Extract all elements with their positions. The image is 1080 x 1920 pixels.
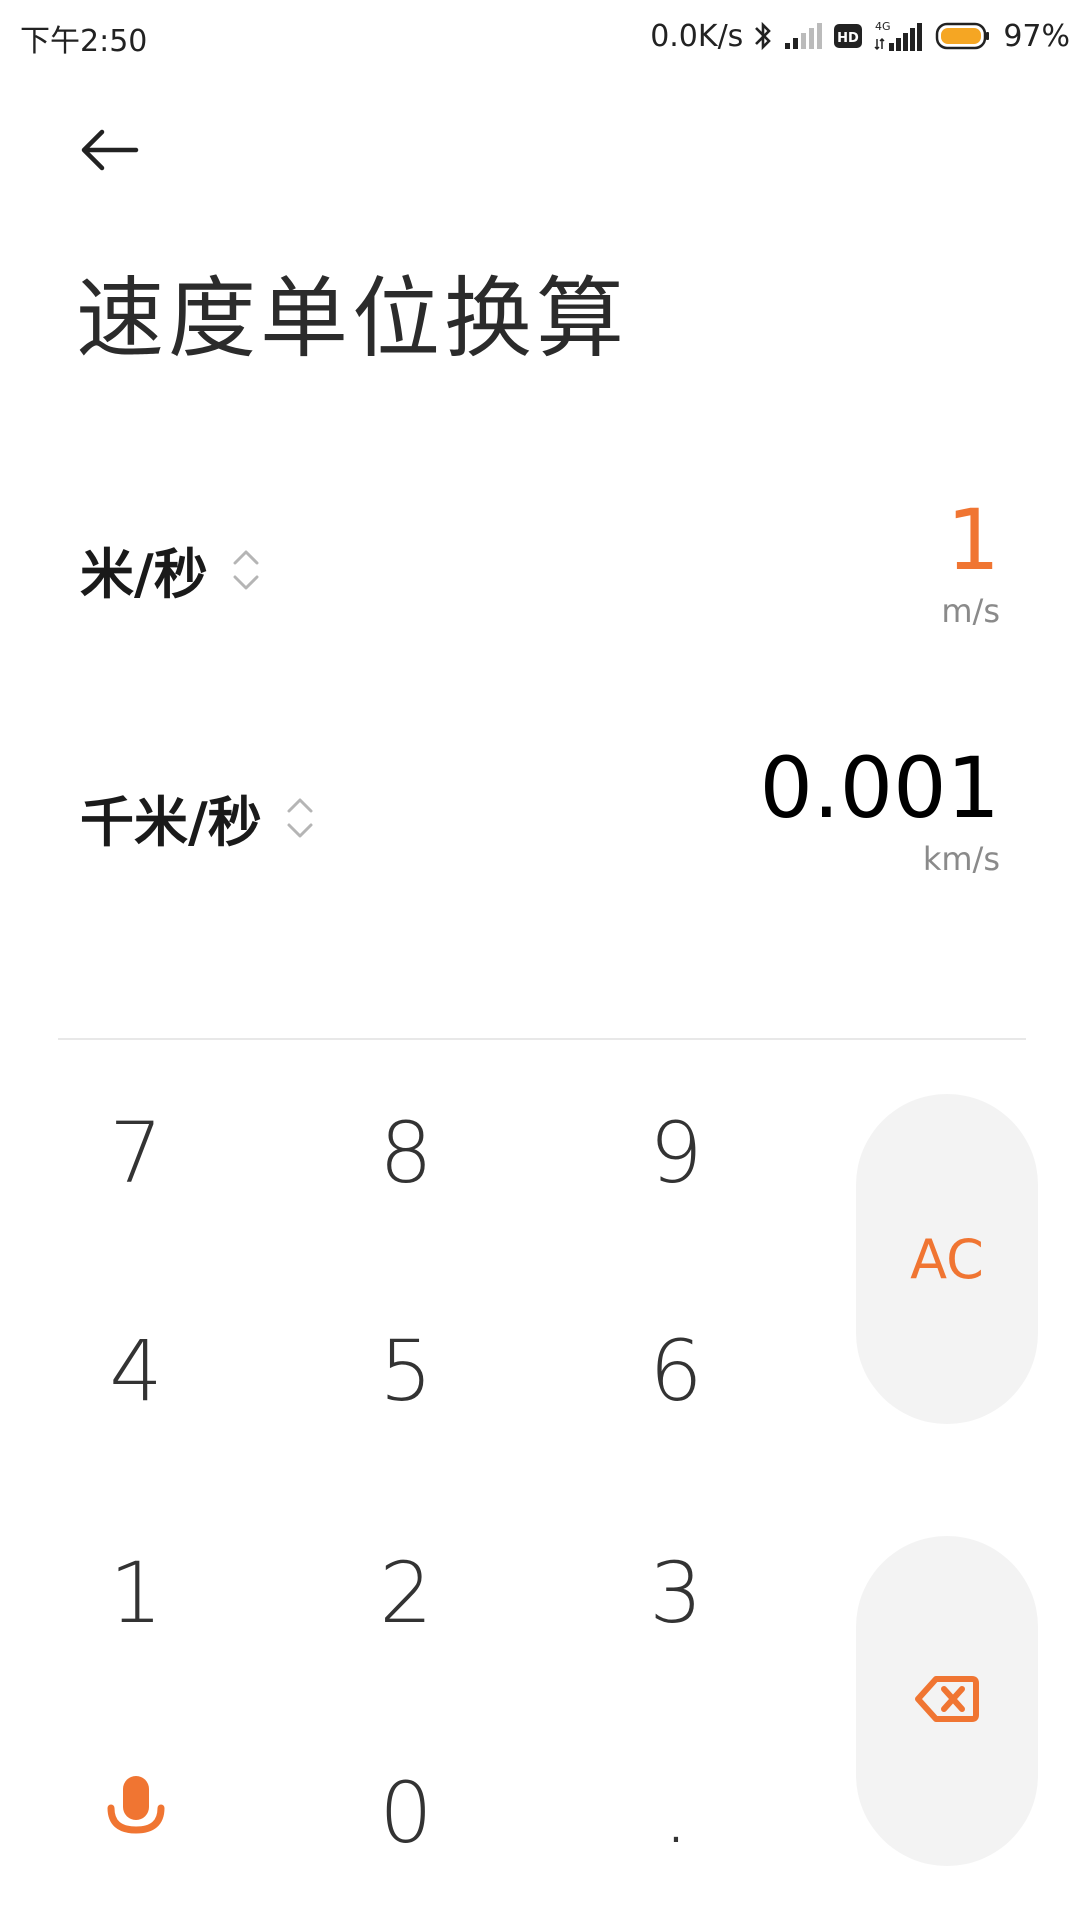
microphone-icon — [103, 1764, 169, 1862]
status-icons: 0.0K/s HD 4G 97% — [650, 14, 1070, 58]
from-unit-selector[interactable]: 米/秒 — [80, 530, 262, 609]
chevron-updown-icon — [284, 791, 316, 845]
backspace-icon — [914, 1674, 980, 1728]
bluetooth-icon — [753, 19, 773, 53]
network-speed: 0.0K/s — [650, 18, 744, 54]
battery-icon — [935, 21, 991, 51]
to-unit-value[interactable]: 0.001 — [760, 738, 1000, 838]
chevron-updown-icon — [230, 543, 262, 597]
voice-input-button[interactable] — [36, 1738, 236, 1888]
back-button[interactable] — [74, 124, 144, 180]
signal-4g-icon: 4G — [873, 19, 925, 53]
key-decimal[interactable]: . — [576, 1738, 776, 1888]
key-9[interactable]: 9 — [576, 1078, 776, 1228]
page-title: 速度单位换算 — [76, 267, 629, 370]
network-type: 4G — [875, 20, 891, 33]
key-0[interactable]: 0 — [306, 1738, 506, 1888]
hd-label: HD — [837, 31, 859, 46]
key-1[interactable]: 1 — [36, 1518, 236, 1668]
from-unit-abbr: m/s — [941, 592, 1000, 630]
keypad-divider — [58, 1038, 1026, 1040]
arrow-left-icon — [78, 128, 140, 176]
key-6[interactable]: 6 — [576, 1296, 776, 1446]
key-3[interactable]: 3 — [576, 1518, 776, 1668]
key-7[interactable]: 7 — [36, 1078, 236, 1228]
key-8[interactable]: 8 — [306, 1078, 506, 1228]
from-unit-name: 米/秒 — [80, 543, 208, 606]
battery-percent: 97% — [1003, 18, 1070, 54]
to-unit-row[interactable]: 千米/秒 0.001 km/s — [0, 738, 1080, 918]
key-2[interactable]: 2 — [306, 1518, 506, 1668]
to-unit-selector[interactable]: 千米/秒 — [80, 778, 316, 857]
from-unit-value[interactable]: 1 — [947, 490, 1000, 590]
backspace-button[interactable] — [856, 1536, 1038, 1866]
signal-icon — [783, 21, 823, 51]
to-unit-abbr: km/s — [922, 840, 1000, 878]
clear-button[interactable]: AC — [856, 1094, 1038, 1424]
from-unit-row[interactable]: 米/秒 1 m/s — [0, 490, 1080, 670]
key-5[interactable]: 5 — [306, 1296, 506, 1446]
status-bar: 下午2:50 0.0K/s HD 4G 97% — [0, 0, 1080, 72]
key-4[interactable]: 4 — [36, 1296, 236, 1446]
to-unit-name: 千米/秒 — [80, 791, 262, 854]
status-time: 下午2:50 — [20, 24, 148, 59]
hd-icon: HD — [833, 21, 863, 51]
